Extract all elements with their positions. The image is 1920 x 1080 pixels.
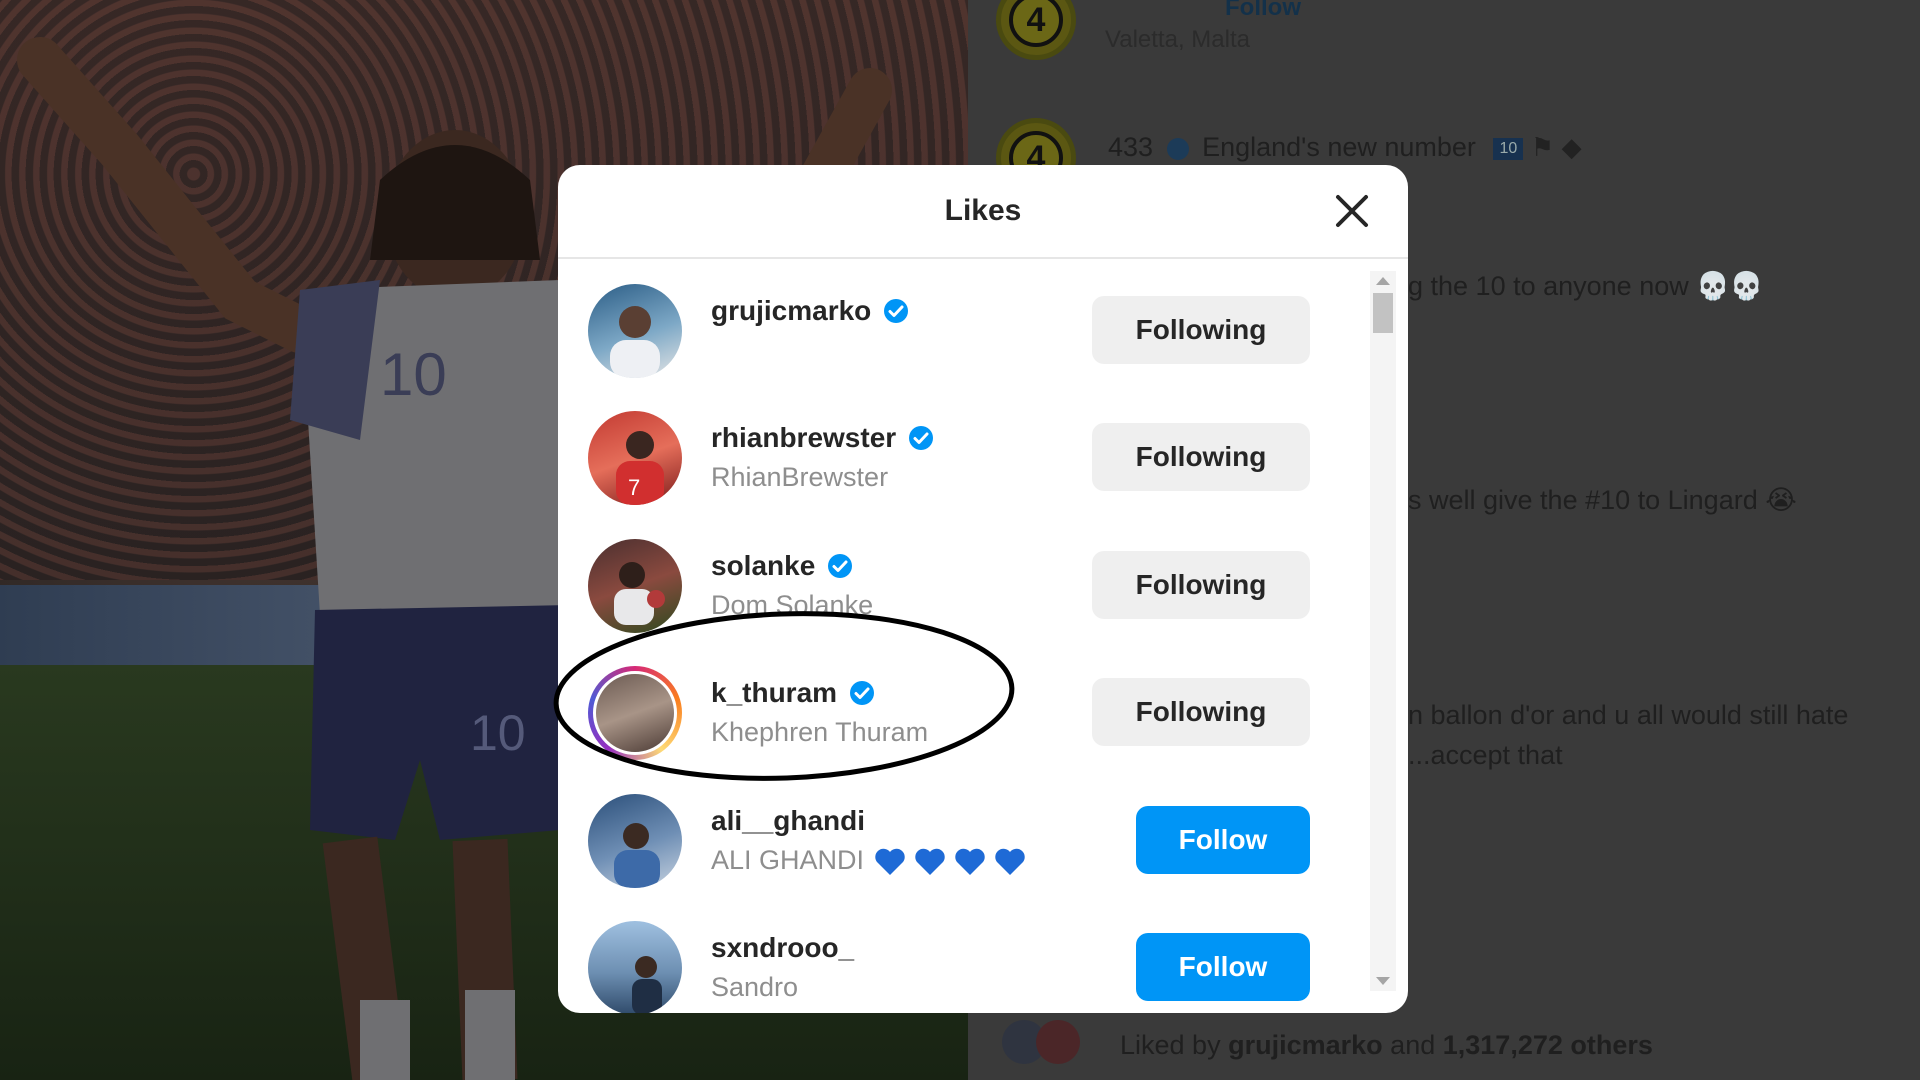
full-name: Khephren Thuram [711, 717, 929, 747]
keycap-ten-icon: 10 [1493, 137, 1524, 160]
comment-3-line-1: n ballon d'or and u all would still hate [1408, 700, 1849, 730]
caption: 433 England's new number 10 ⚑ ◆ [1108, 132, 1582, 163]
username-text[interactable]: grujicmarko [711, 295, 871, 327]
avatar[interactable]: 7 [588, 411, 682, 505]
username-text[interactable]: ali__ghandi [711, 805, 865, 837]
liked-by-line: Liked by grujicmarko and 1,317,272 other… [1120, 1030, 1653, 1061]
story-ring-avatar[interactable] [588, 666, 682, 760]
avatar-number: 4 [1009, 0, 1063, 47]
blue-heart-icon [874, 848, 905, 875]
full-name: Dom Solanke [711, 590, 874, 620]
caption-user[interactable]: 433 [1108, 132, 1153, 162]
liked-by-and: and [1390, 1030, 1436, 1060]
username-text[interactable]: solanke [711, 550, 815, 582]
gem-icon: ◆ [1561, 132, 1582, 162]
liked-by-prefix: Liked by [1120, 1030, 1221, 1060]
svg-text:10: 10 [380, 341, 447, 408]
flag-icon: ⚑ [1530, 132, 1555, 162]
list-item[interactable]: grujicmarko Following [588, 281, 1310, 381]
comment-3-line-2: ...accept that [1408, 740, 1563, 770]
avatar[interactable] [588, 794, 682, 888]
username-text[interactable]: sxndrooo_ [711, 932, 854, 964]
scrollbar[interactable] [1370, 271, 1396, 991]
avatar[interactable] [588, 539, 682, 633]
full-name-text: ALI GHANDI [711, 845, 865, 875]
blue-heart-icon [994, 848, 1025, 875]
scroll-thumb[interactable] [1373, 293, 1393, 333]
username[interactable]: rhianbrewster [711, 422, 934, 454]
comment-1: g the 10 to anyone now 💀💀 [1408, 271, 1764, 301]
blue-heart-icon [914, 848, 945, 875]
list-item[interactable]: k_thuram Khephren Thuram Following [588, 663, 1310, 763]
following-button[interactable]: Following [1092, 423, 1310, 491]
username[interactable]: solanke [711, 550, 853, 582]
account-avatar[interactable]: 4 [996, 0, 1076, 60]
close-icon[interactable] [1330, 189, 1374, 233]
caption-text: England's new number [1202, 132, 1476, 162]
dialog-header: Likes [558, 165, 1408, 259]
verified-icon [828, 554, 853, 578]
liked-by-user[interactable]: grujicmarko [1228, 1030, 1383, 1060]
verified-icon [850, 681, 875, 705]
verified-icon [884, 299, 909, 323]
username[interactable]: ali__ghandi [711, 805, 865, 837]
username-text[interactable]: k_thuram [711, 677, 837, 709]
username[interactable]: grujicmarko [711, 295, 909, 327]
follow-button[interactable]: Follow [1136, 806, 1310, 874]
scroll-up-arrow-icon[interactable] [1376, 277, 1390, 285]
follow-link-label[interactable]: Follow [1225, 0, 1301, 21]
full-name: ALI GHANDI [711, 845, 1026, 876]
liked-by-others[interactable]: 1,317,272 others [1443, 1030, 1653, 1060]
list-item[interactable]: ali__ghandi ALI GHANDI Follow [588, 791, 1310, 891]
following-button[interactable]: Following [1092, 551, 1310, 619]
verified-icon [909, 426, 934, 450]
username[interactable]: k_thuram [711, 677, 875, 709]
following-button[interactable]: Following [1092, 678, 1310, 746]
list-item[interactable]: sxndrooo_ Sandro Follow [588, 918, 1310, 1013]
username-text[interactable]: rhianbrewster [711, 422, 896, 454]
scroll-down-arrow-icon[interactable] [1376, 977, 1390, 985]
list-item[interactable]: 7 rhianbrewster RhianBrewster Following [588, 408, 1310, 508]
follow-link-top[interactable]: Follow [1105, 0, 1301, 22]
follow-button[interactable]: Follow [1136, 933, 1310, 1001]
blue-hearts [874, 848, 1026, 876]
likes-list[interactable]: grujicmarko Following 7 rhianbrewster Rh… [558, 259, 1408, 1013]
dialog-title: Likes [944, 194, 1022, 227]
avatar[interactable] [588, 284, 682, 378]
liked-by-avatars [1002, 1020, 1112, 1064]
list-item[interactable]: solanke Dom Solanke Following [588, 536, 1310, 636]
verified-icon [1166, 137, 1189, 160]
likes-dialog: Likes grujicmarko Following 7 rhianbrews… [558, 165, 1408, 1013]
comment-2: s well give the #10 to Lingard 😭 [1408, 485, 1797, 515]
post-location[interactable]: Valetta, Malta [1105, 26, 1250, 54]
blue-heart-icon [954, 848, 985, 875]
svg-text:10: 10 [470, 705, 526, 761]
avatar[interactable] [588, 921, 682, 1013]
svg-text:7: 7 [628, 475, 640, 500]
following-button[interactable]: Following [1092, 296, 1310, 364]
full-name: RhianBrewster [711, 462, 889, 492]
username[interactable]: sxndrooo_ [711, 932, 854, 964]
full-name: Sandro [711, 972, 799, 1002]
